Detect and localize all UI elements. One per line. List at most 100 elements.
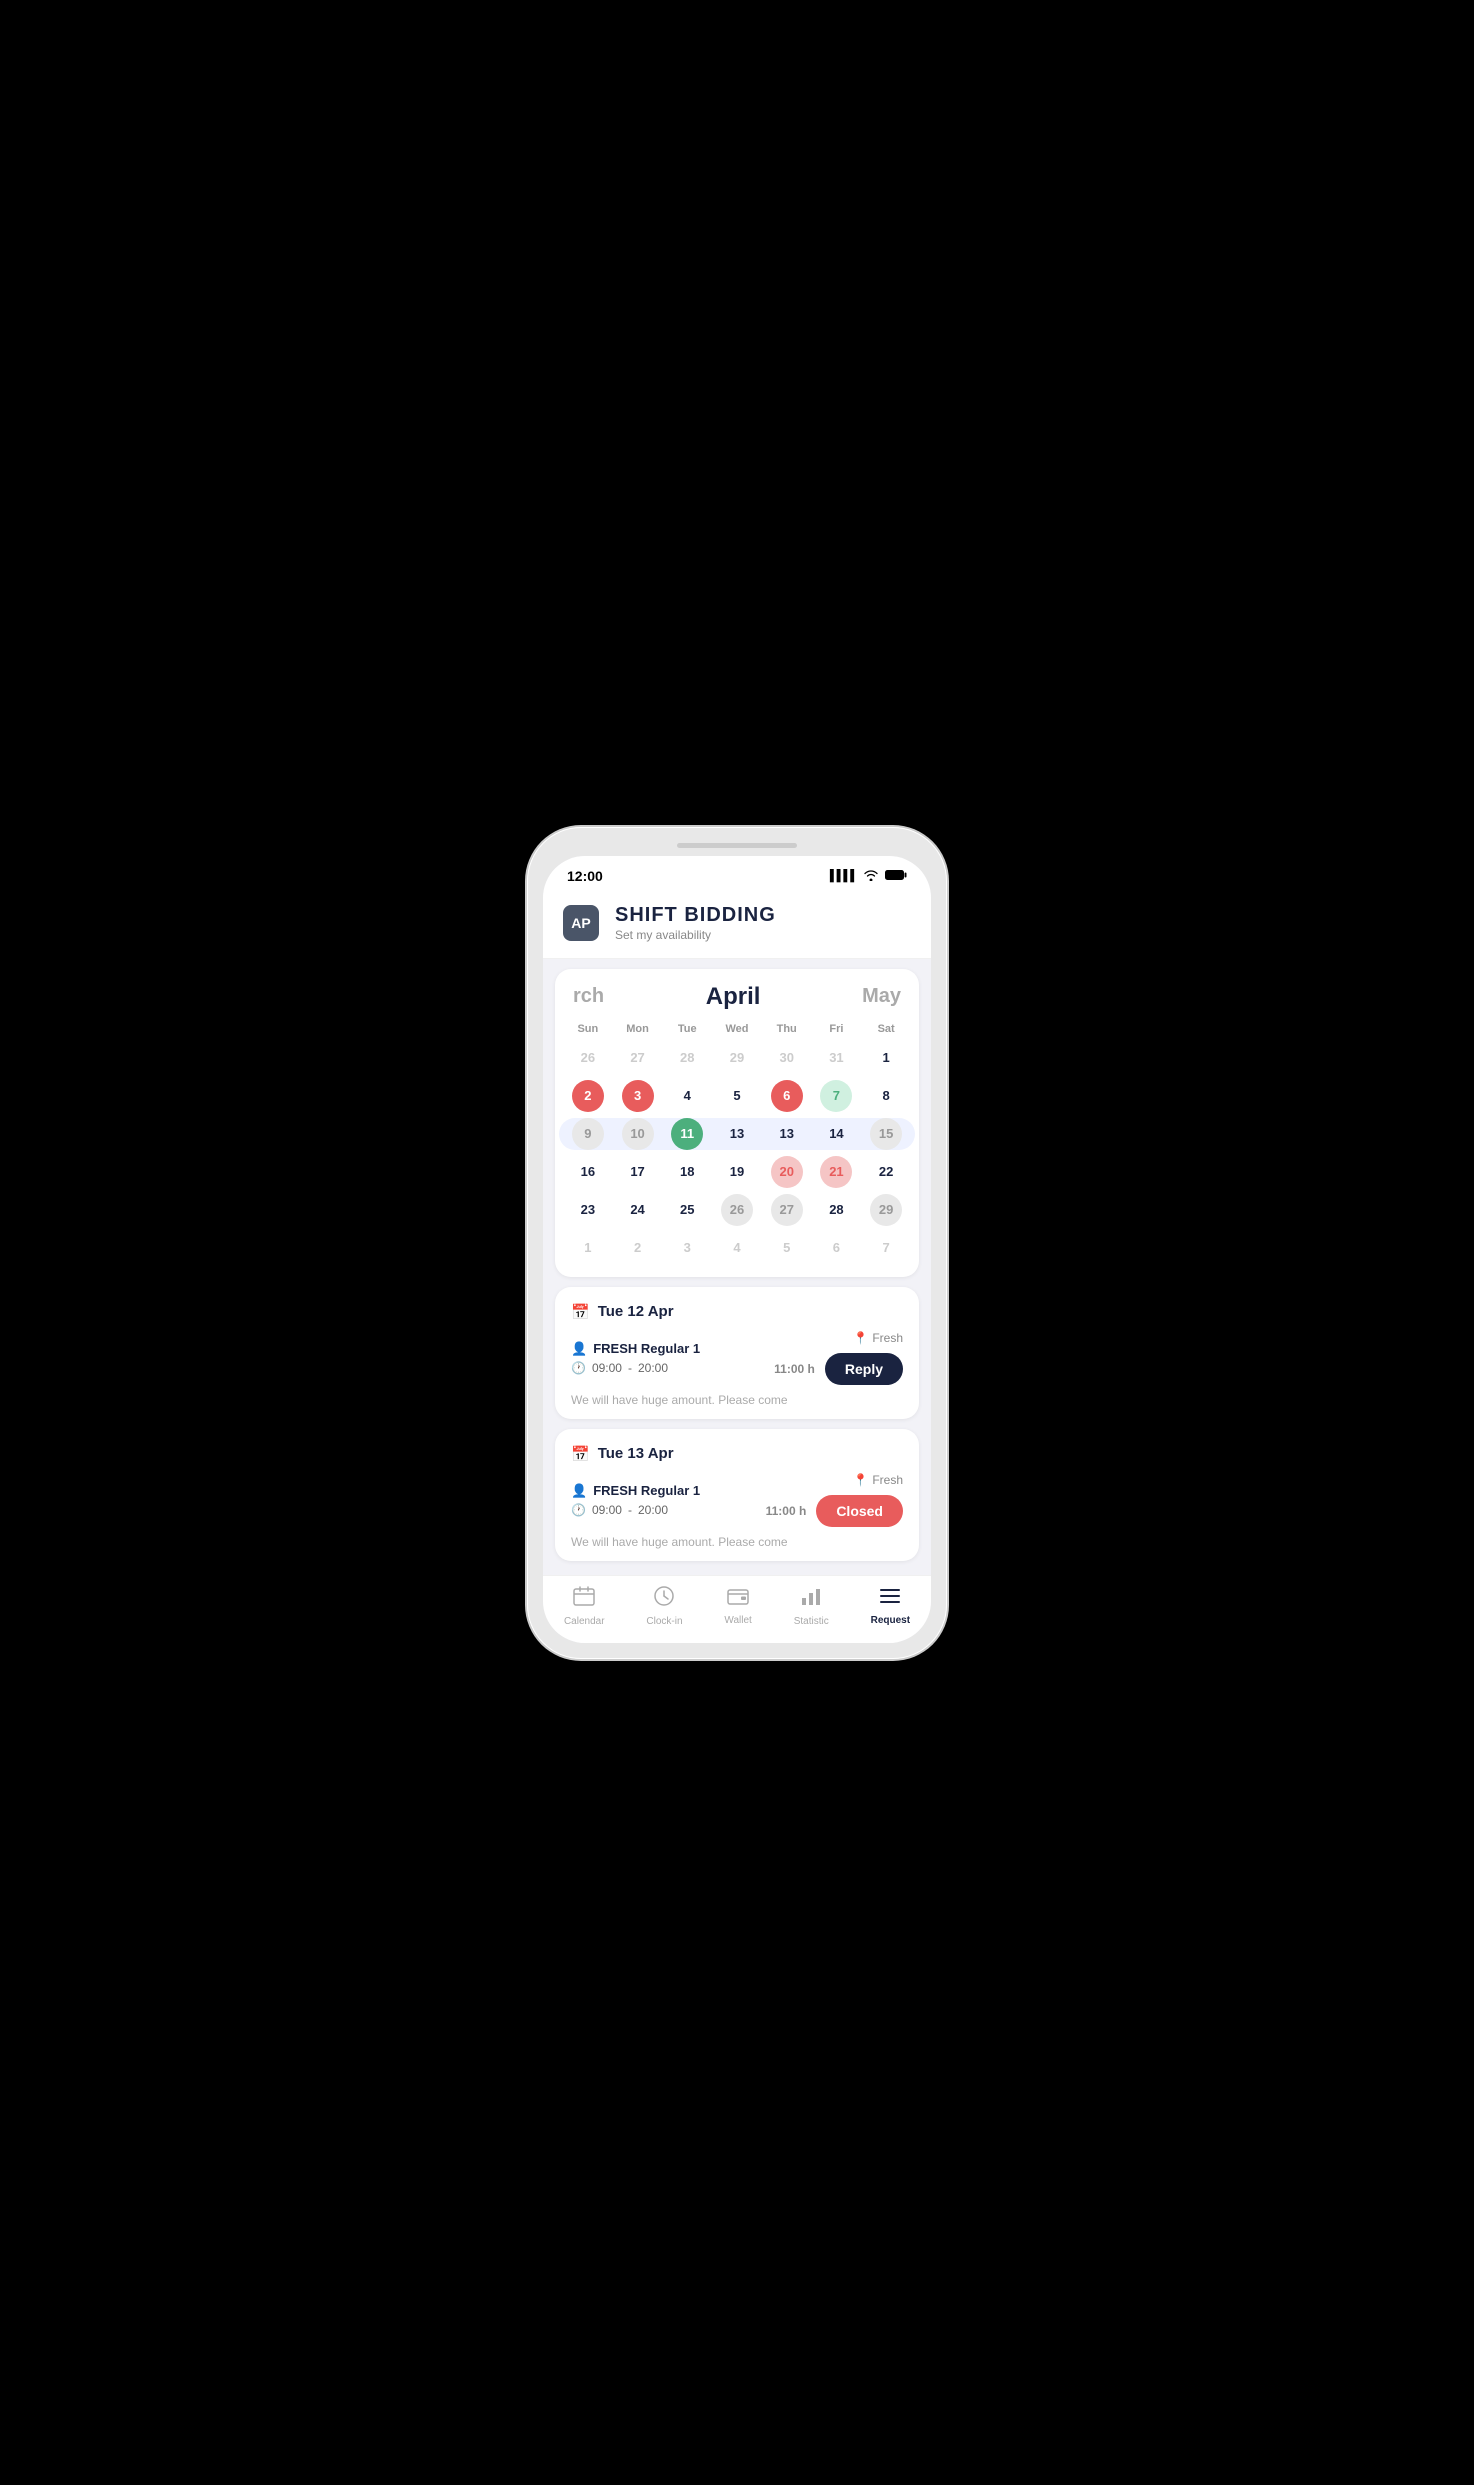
shift-date-text-1: Tue 12 Apr <box>598 1303 674 1320</box>
cal-day[interactable]: 20 <box>762 1153 812 1191</box>
person-icon-2: 👤 <box>571 1483 587 1499</box>
day-label-sat: Sat <box>861 1019 911 1039</box>
day-label-sun: Sun <box>563 1019 613 1039</box>
request-nav-icon <box>879 1587 901 1611</box>
cal-day[interactable]: 4 <box>662 1077 712 1115</box>
nav-calendar[interactable]: Calendar <box>564 1586 605 1627</box>
nav-request[interactable]: Request <box>871 1587 910 1626</box>
cal-day[interactable]: 5 <box>712 1077 762 1115</box>
cal-day[interactable]: 17 <box>613 1153 663 1191</box>
cal-day[interactable]: 14 <box>812 1115 862 1153</box>
cal-day[interactable]: 6 <box>762 1077 812 1115</box>
closed-button-2[interactable]: Closed <box>816 1495 903 1527</box>
cal-day[interactable]: 30 <box>762 1039 812 1077</box>
shift-time-1: 🕐 09:00 - 20:00 <box>571 1361 700 1375</box>
cal-day[interactable]: 26 <box>563 1039 613 1077</box>
calendar-week-3: 9 10 11 13 13 14 15 <box>555 1115 919 1153</box>
cal-day[interactable]: 13 <box>712 1115 762 1153</box>
time-end-2: 20:00 <box>638 1503 668 1517</box>
cal-day[interactable]: 6 <box>812 1229 862 1267</box>
cal-day[interactable]: 31 <box>812 1039 862 1077</box>
time-display: 12:00 <box>567 868 603 884</box>
clockin-nav-icon <box>654 1586 674 1612</box>
cal-day[interactable]: 27 <box>613 1039 663 1077</box>
cal-day[interactable]: 5 <box>762 1229 812 1267</box>
cal-day[interactable]: 29 <box>712 1039 762 1077</box>
nav-statistic[interactable]: Statistic <box>794 1586 829 1627</box>
cal-day[interactable]: 21 <box>812 1153 862 1191</box>
cal-day[interactable]: 29 <box>861 1191 911 1229</box>
calendar-week-6: 1 2 3 4 5 6 7 <box>555 1229 919 1277</box>
status-bar: 12:00 ▌▌▌▌ <box>543 856 931 892</box>
calendar-week-2: 2 3 4 5 6 7 8 <box>555 1077 919 1115</box>
clock-icon-2: 🕐 <box>571 1503 586 1517</box>
shift-duration-1: 11:00 h <box>774 1362 815 1376</box>
nav-clockin[interactable]: Clock-in <box>646 1586 682 1627</box>
calendar-icon-2: 📅 <box>571 1445 590 1463</box>
cal-day[interactable]: 8 <box>861 1077 911 1115</box>
bottom-navigation: Calendar Clock-in Wallet Statistic <box>543 1575 931 1643</box>
battery-icon <box>885 868 907 884</box>
calendar-week-1: 26 27 28 29 30 31 1 <box>555 1039 919 1077</box>
prev-month-label: rch <box>555 985 622 1008</box>
cal-day[interactable]: 9 <box>563 1115 613 1153</box>
calendar-day-headers: Sun Mon Tue Wed Thu Fri Sat <box>555 1019 919 1039</box>
wifi-icon <box>863 868 879 884</box>
current-month-label: April <box>706 983 761 1011</box>
shift-right-1: 📍 Fresh 11:00 h Reply <box>774 1331 903 1385</box>
cal-day[interactable]: 7 <box>861 1229 911 1267</box>
cal-day[interactable]: 10 <box>613 1115 663 1153</box>
shift-time-2: 🕐 09:00 - 20:00 <box>571 1503 700 1517</box>
shift-right-2: 📍 Fresh 11:00 h Closed <box>766 1473 903 1527</box>
cal-day[interactable]: 1 <box>861 1039 911 1077</box>
cal-day[interactable]: 2 <box>563 1077 613 1115</box>
cal-day[interactable]: 26 <box>712 1191 762 1229</box>
nav-statistic-label: Statistic <box>794 1616 829 1627</box>
cal-day[interactable]: 3 <box>613 1077 663 1115</box>
phone-notch <box>677 843 797 848</box>
cal-day[interactable]: 19 <box>712 1153 762 1191</box>
cal-day[interactable]: 28 <box>812 1191 862 1229</box>
reply-button-1[interactable]: Reply <box>825 1353 903 1385</box>
time-range-1: 09:00 <box>592 1361 622 1375</box>
cal-day[interactable]: 28 <box>662 1039 712 1077</box>
cal-day[interactable]: 15 <box>861 1115 911 1153</box>
app-header: AP SHIFT BIDDING Set my availability <box>543 892 931 959</box>
cal-day[interactable]: 27 <box>762 1191 812 1229</box>
cal-day[interactable]: 11 <box>662 1115 712 1153</box>
cal-day[interactable]: 1 <box>563 1229 613 1267</box>
cal-day[interactable]: 13 <box>762 1115 812 1153</box>
cal-day[interactable]: 25 <box>662 1191 712 1229</box>
cal-day[interactable]: 2 <box>613 1229 663 1267</box>
location-name-1: Fresh <box>872 1331 903 1345</box>
app-title: SHIFT BIDDING <box>615 904 776 927</box>
day-label-wed: Wed <box>712 1019 762 1039</box>
nav-wallet[interactable]: Wallet <box>724 1587 751 1626</box>
cal-day[interactable]: 18 <box>662 1153 712 1191</box>
calendar-icon-1: 📅 <box>571 1303 590 1321</box>
shift-details-row-1: 👤 FRESH Regular 1 🕐 09:00 - 20:00 📍 <box>571 1331 903 1385</box>
shift-role-2: 👤 FRESH Regular 1 <box>571 1483 700 1499</box>
shift-location-2: 📍 Fresh <box>853 1473 903 1487</box>
signal-icon: ▌▌▌▌ <box>830 870 857 882</box>
cal-day[interactable]: 16 <box>563 1153 613 1191</box>
person-icon-1: 👤 <box>571 1341 587 1357</box>
calendar-nav-icon <box>573 1586 595 1612</box>
role-name-2: FRESH Regular 1 <box>593 1483 700 1498</box>
cal-day[interactable]: 7 <box>812 1077 862 1115</box>
cal-day[interactable]: 4 <box>712 1229 762 1267</box>
wallet-nav-icon <box>727 1587 749 1611</box>
shift-card-1: 📅 Tue 12 Apr 👤 FRESH Regular 1 🕐 09:00 - <box>555 1287 919 1419</box>
phone-screen: 12:00 ▌▌▌▌ AP SHIFT BIDDING Set my avail… <box>543 856 931 1643</box>
role-name-1: FRESH Regular 1 <box>593 1341 700 1356</box>
cal-day[interactable]: 3 <box>662 1229 712 1267</box>
cal-day[interactable]: 23 <box>563 1191 613 1229</box>
cal-day[interactable]: 22 <box>861 1153 911 1191</box>
nav-request-label: Request <box>871 1615 910 1626</box>
shift-card-2: 📅 Tue 13 Apr 👤 FRESH Regular 1 🕐 09:00 - <box>555 1429 919 1561</box>
cal-day[interactable]: 24 <box>613 1191 663 1229</box>
shift-location-1: 📍 Fresh <box>853 1331 903 1345</box>
shift-message-2: We will have huge amount. Please come <box>571 1535 903 1549</box>
next-month-label: May <box>844 985 919 1008</box>
location-name-2: Fresh <box>872 1473 903 1487</box>
